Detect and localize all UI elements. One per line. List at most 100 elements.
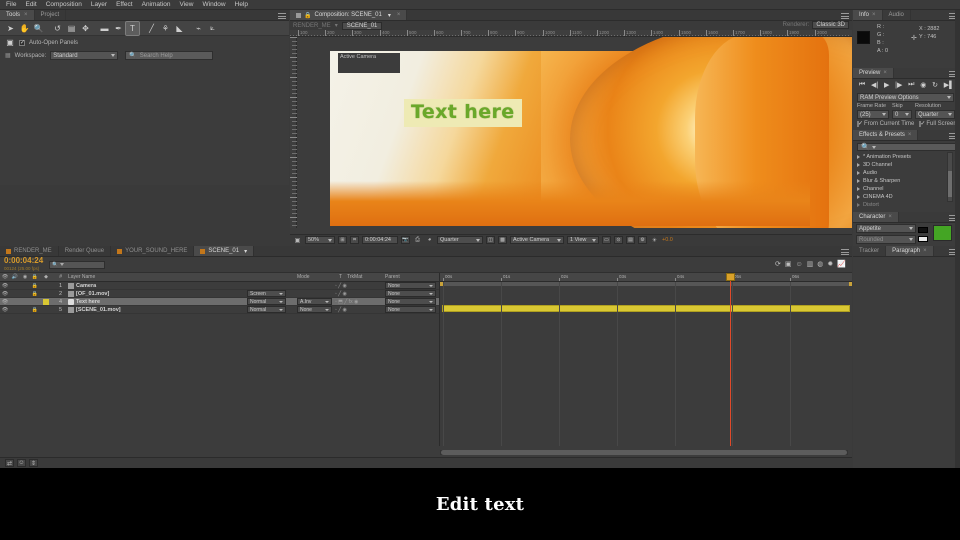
panel-menu-icon[interactable] xyxy=(278,13,286,19)
effects-item-audio[interactable]: Audio xyxy=(857,169,956,177)
breadcrumb-current[interactable]: SCENE_01 xyxy=(341,21,383,30)
hand-tool-icon[interactable]: ✋ xyxy=(18,22,31,35)
blend-mode-dropdown[interactable]: Normal xyxy=(247,298,286,305)
t-header[interactable]: T xyxy=(339,274,347,280)
layer-name-cell[interactable]: [OF_01.mov] xyxy=(65,290,247,297)
previous-frame-button[interactable]: ◀| xyxy=(871,81,878,89)
menu-item-file[interactable]: File xyxy=(6,1,16,8)
always-preview-icon[interactable]: ▣ xyxy=(293,236,302,244)
lock-switch-toggle[interactable]: 🔒 xyxy=(30,283,40,289)
frame-blending-icon[interactable]: ▥ xyxy=(807,260,814,268)
eraser-tool-icon[interactable]: ◣ xyxy=(173,22,186,35)
panel-menu-icon[interactable] xyxy=(841,249,849,255)
menu-item-edit[interactable]: Edit xyxy=(25,1,36,8)
ram-preview-options-dropdown[interactable]: RAM Preview Options xyxy=(857,93,954,102)
tab-project[interactable]: Project xyxy=(35,10,67,20)
channel-rgb-icon[interactable]: ◕ xyxy=(425,236,434,244)
region-of-interest-icon[interactable]: ⌗ xyxy=(350,236,359,244)
panel-menu-icon[interactable] xyxy=(841,13,849,19)
rotation-tool-icon[interactable]: ↺ xyxy=(51,22,64,35)
chevron-down-icon[interactable]: ▾ xyxy=(388,12,391,19)
tab-preview[interactable]: Preview × xyxy=(853,68,894,78)
graph-editor-icon[interactable]: 📈 xyxy=(837,260,846,268)
audio-button[interactable]: ◉ xyxy=(920,81,926,89)
preview-resolution-dropdown[interactable]: Quarter xyxy=(915,110,955,119)
selection-tool-icon[interactable]: ➤ xyxy=(4,22,17,35)
renderer-value[interactable]: Classic 3D xyxy=(812,21,849,29)
auto-open-panels-checkbox[interactable] xyxy=(19,39,25,47)
skip-dropdown[interactable]: 0 xyxy=(892,110,912,119)
mode-header[interactable]: Mode xyxy=(297,274,339,280)
close-icon[interactable]: × xyxy=(24,12,28,18)
take-snapshot-icon[interactable]: 📷 xyxy=(401,236,410,244)
black-color-swatch[interactable] xyxy=(918,227,928,233)
timeline-search-input[interactable]: 🔍 xyxy=(49,260,106,269)
tab-render-me[interactable]: RENDER_ME xyxy=(0,246,59,256)
layer-duration-bar[interactable] xyxy=(442,305,850,312)
tab-composition-scene01[interactable]: 🔒 Composition: SCENE_01 ▾ × xyxy=(290,10,408,20)
tab-character[interactable]: Character × xyxy=(853,212,899,222)
video-switch-toggle[interactable]: 👁 xyxy=(0,283,10,289)
timeline-timecode[interactable]: 0:00:04:24 00124 (25.00 fps) xyxy=(0,256,43,273)
tab-scene-01[interactable]: SCENE_01 ▾ xyxy=(194,246,255,256)
white-color-swatch[interactable] xyxy=(918,236,928,242)
view-layout-dropdown[interactable]: 1 View xyxy=(567,236,599,244)
next-frame-button[interactable]: |▶ xyxy=(895,81,902,89)
menu-item-composition[interactable]: Composition xyxy=(46,1,82,8)
parent-header[interactable]: Parent xyxy=(385,274,439,280)
toggle-mask-icon[interactable]: ◫ xyxy=(486,236,495,244)
loop-button[interactable]: ↻ xyxy=(932,81,938,89)
brainstorm-icon[interactable]: ✹ xyxy=(827,260,833,268)
close-icon[interactable]: × xyxy=(872,12,876,18)
clone-stamp-tool-icon[interactable]: ⚘ xyxy=(159,22,172,35)
parent-dropdown[interactable]: None xyxy=(385,282,436,289)
pan-behind-tool-icon[interactable]: ✥ xyxy=(79,22,92,35)
comp-family-icon[interactable]: ☺ xyxy=(17,459,26,467)
timeline-scrollbar-thumb[interactable] xyxy=(441,450,847,455)
layer-name-cell[interactable]: Text here xyxy=(65,298,247,305)
layer-name-cell[interactable]: Camera xyxy=(65,282,247,289)
menu-item-window[interactable]: Window xyxy=(203,1,226,8)
tab-info[interactable]: Info × xyxy=(853,10,883,20)
timeline-horizontal-scrollbar[interactable] xyxy=(440,450,848,455)
table-row[interactable]: 👁 🔒 1 Camera ◦ ╱ ◉ None xyxy=(0,282,439,290)
menu-item-effect[interactable]: Effect xyxy=(116,1,133,8)
layer-label-color[interactable] xyxy=(40,298,52,305)
track-matte-dropdown[interactable]: None xyxy=(297,306,332,313)
tab-paragraph[interactable]: Paragraph × xyxy=(886,246,934,256)
close-icon[interactable]: × xyxy=(923,248,927,254)
trkmat-header[interactable]: TrkMat xyxy=(347,274,385,280)
playhead-line[interactable] xyxy=(730,273,731,446)
layer-name-header[interactable]: Layer Name xyxy=(65,274,297,280)
effects-item-channel[interactable]: Channel xyxy=(857,185,956,193)
timeline-time-ruler[interactable]: 00s 01s 02s 03s 04s 05s 06s xyxy=(440,273,852,282)
expand-collapse-icon[interactable]: ⇕ xyxy=(29,459,38,467)
motion-blur-icon[interactable]: ◍ xyxy=(817,260,823,268)
tab-tracker[interactable]: Tracker xyxy=(853,246,887,256)
toggle-transparency-grid-icon[interactable]: ▩ xyxy=(498,236,507,244)
first-frame-button[interactable]: ⏮ xyxy=(859,81,865,89)
resolution-dropdown[interactable]: Quarter xyxy=(437,236,483,244)
unified-camera-tool-icon[interactable]: ▤ xyxy=(65,22,78,35)
lock-switch-toggle[interactable]: 🔒 xyxy=(30,291,40,297)
pixel-aspect-icon[interactable]: ▭ xyxy=(602,236,611,244)
exposure-icon[interactable]: ☀ xyxy=(650,236,659,244)
search-help-input[interactable]: 🔍 Search Help xyxy=(125,51,214,60)
composition-viewer[interactable]: Text here Active Camera xyxy=(290,37,852,228)
table-row[interactable]: 👁 🔒 5 [SCENE_01.mov] Normal None ◦ ╱ ◉ None xyxy=(0,306,439,314)
play-button[interactable]: ▶ xyxy=(884,81,889,89)
effects-item-blur-and-sharpen[interactable]: Blur & Sharpen xyxy=(857,177,956,185)
timeline-link-icon[interactable]: ▤ xyxy=(626,236,635,244)
table-row[interactable]: 👁 4 Text here Normal A.Inv ◦ ⬒ ╱ fx ◉ None xyxy=(0,298,439,306)
close-icon[interactable]: × xyxy=(883,70,887,76)
last-frame-button[interactable]: ⏭ xyxy=(908,81,914,89)
lock-switch-toggle[interactable]: 🔒 xyxy=(30,307,40,313)
pen-tool-icon[interactable]: ✒ xyxy=(112,22,125,35)
blend-mode-dropdown[interactable]: Normal xyxy=(247,306,286,313)
layer-name-cell[interactable]: [SCENE_01.mov] xyxy=(65,306,247,313)
track-matte-dropdown[interactable]: A.Inv xyxy=(297,298,332,305)
frame-rate-dropdown[interactable]: (25) xyxy=(857,110,889,119)
ram-preview-button[interactable]: ▶▌ xyxy=(944,81,954,89)
tab-effects-presets[interactable]: Effects & Presets × xyxy=(853,130,919,140)
video-switch-toggle[interactable]: 👁 xyxy=(0,291,10,297)
